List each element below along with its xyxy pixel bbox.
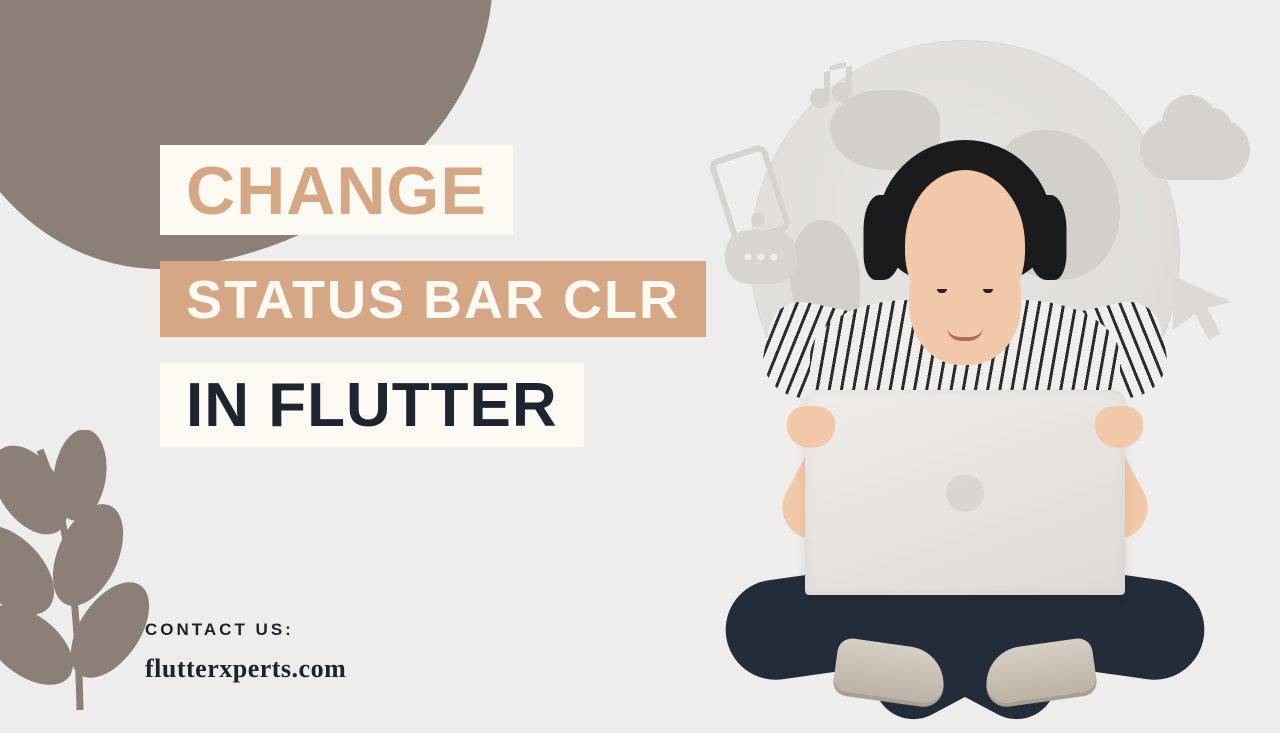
headline-line-1: CHANGE — [160, 145, 513, 235]
hero-illustration — [660, 0, 1270, 720]
person-with-laptop — [695, 130, 1235, 720]
headline-stack: CHANGE STATUS BAR CLR IN FLUTTER — [160, 145, 706, 447]
contact-website: flutterxperts.com — [145, 654, 346, 684]
laptop-icon — [805, 390, 1125, 595]
headline-line-2: STATUS BAR CLR — [160, 261, 706, 337]
contact-label: CONTACT US: — [145, 620, 346, 640]
headline-line-3: IN FLUTTER — [160, 363, 584, 447]
contact-block: CONTACT US: flutterxperts.com — [145, 620, 346, 684]
music-note-icon — [810, 60, 868, 118]
